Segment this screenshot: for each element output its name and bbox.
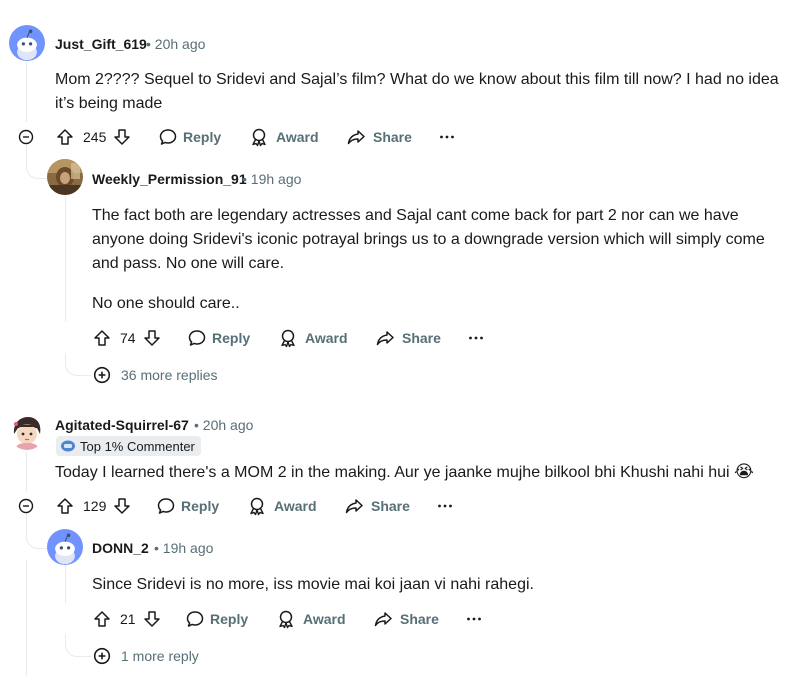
- reply-button[interactable]: Reply: [156, 493, 219, 519]
- reply-icon: [185, 609, 205, 629]
- more-icon: [464, 609, 484, 629]
- award-button[interactable]: Award: [247, 493, 317, 519]
- status-badge: Top 1% Commenter: [56, 436, 201, 456]
- award-button[interactable]: Award: [249, 124, 319, 150]
- comment-time: • 20h ago: [194, 417, 254, 433]
- award-icon: [276, 609, 296, 629]
- snoo-avatar-icon: [9, 25, 45, 61]
- upvote-icon[interactable]: [92, 609, 112, 629]
- thread-line: [26, 452, 27, 492]
- vote-count: 74: [120, 330, 136, 346]
- reply-icon: [187, 328, 207, 348]
- comment-body: The fact both are legendary actresses an…: [92, 207, 765, 312]
- more-options-button[interactable]: [435, 493, 455, 519]
- timestamp[interactable]: 19h ago: [163, 540, 214, 556]
- more-options-button[interactable]: [437, 124, 457, 150]
- more-icon: [466, 328, 486, 348]
- thread-elbow: [65, 353, 91, 376]
- reply-icon: [158, 127, 178, 147]
- comment-body: Since Sridevi is no more, iss movie mai …: [92, 576, 534, 593]
- thread-line: [65, 565, 66, 603]
- more-icon: [435, 496, 455, 516]
- collapse-thread-icon[interactable]: [18, 498, 34, 514]
- username[interactable]: Weekly_Permission_91: [92, 171, 247, 187]
- share-icon: [344, 496, 364, 516]
- downvote-icon[interactable]: [142, 609, 162, 629]
- username[interactable]: Agitated-Squirrel-67: [55, 417, 189, 433]
- crying-emoji-icon: 😭: [734, 462, 754, 481]
- award-button[interactable]: Award: [278, 325, 348, 351]
- share-icon: [375, 328, 395, 348]
- award-icon: [249, 127, 269, 147]
- vote-count: 129: [83, 498, 107, 514]
- expand-plus-icon: [93, 647, 111, 665]
- vote-bar: 74: [92, 325, 162, 351]
- upvote-icon[interactable]: [92, 328, 112, 348]
- vote-count: 21: [120, 611, 136, 627]
- vote-bar: 21: [92, 606, 162, 632]
- cartoon-avatar-icon: [9, 414, 45, 450]
- comment-time: • 20h ago: [146, 36, 206, 52]
- share-button[interactable]: Share: [375, 325, 441, 351]
- vote-bar: 245: [55, 124, 132, 150]
- avatar[interactable]: [47, 159, 83, 195]
- timestamp[interactable]: 20h ago: [155, 36, 206, 52]
- thread-line: [26, 560, 27, 676]
- comment-body: Mom 2???? Sequel to Sridevi and Sajal’s …: [55, 71, 779, 112]
- thread-line: [65, 196, 66, 322]
- thread-elbow: [26, 145, 47, 179]
- comment-time: • 19h ago: [242, 171, 302, 187]
- more-options-button[interactable]: [466, 325, 486, 351]
- snoo-avatar-icon: [47, 529, 83, 565]
- commenter-badge-icon: [61, 440, 75, 452]
- downvote-icon[interactable]: [112, 496, 132, 516]
- avatar[interactable]: [47, 529, 83, 565]
- reply-button[interactable]: Reply: [158, 124, 221, 150]
- share-button[interactable]: Share: [346, 124, 412, 150]
- share-button[interactable]: Share: [344, 493, 410, 519]
- share-icon: [373, 609, 393, 629]
- more-replies-link[interactable]: 1 more reply: [93, 647, 199, 665]
- award-icon: [247, 496, 267, 516]
- award-button[interactable]: Award: [276, 606, 346, 632]
- comment-time: • 19h ago: [154, 540, 214, 556]
- vote-bar: 129: [55, 493, 132, 519]
- timestamp[interactable]: 20h ago: [203, 417, 254, 433]
- user-photo-avatar-icon: [47, 159, 83, 195]
- upvote-icon[interactable]: [55, 496, 75, 516]
- avatar[interactable]: [9, 25, 45, 61]
- collapse-thread-icon[interactable]: [18, 129, 34, 145]
- thread-elbow: [65, 634, 91, 657]
- thread-elbow: [26, 514, 47, 549]
- downvote-icon[interactable]: [112, 127, 132, 147]
- timestamp[interactable]: 19h ago: [251, 171, 302, 187]
- vote-count: 245: [83, 129, 107, 145]
- award-icon: [278, 328, 298, 348]
- more-icon: [437, 127, 457, 147]
- username[interactable]: DONN_2: [92, 540, 149, 556]
- comment-body: Today I learned there's a MOM 2 in the m…: [55, 462, 754, 481]
- reply-button[interactable]: Reply: [187, 325, 250, 351]
- reply-button[interactable]: Reply: [185, 606, 248, 632]
- share-icon: [346, 127, 366, 147]
- expand-plus-icon: [93, 366, 111, 384]
- downvote-icon[interactable]: [142, 328, 162, 348]
- more-options-button[interactable]: [464, 606, 484, 632]
- avatar[interactable]: [9, 414, 45, 450]
- thread-line: [26, 62, 27, 122]
- share-button[interactable]: Share: [373, 606, 439, 632]
- more-replies-link[interactable]: 36 more replies: [93, 366, 218, 384]
- reply-icon: [156, 496, 176, 516]
- upvote-icon[interactable]: [55, 127, 75, 147]
- username[interactable]: Just_Gift_619: [55, 36, 147, 52]
